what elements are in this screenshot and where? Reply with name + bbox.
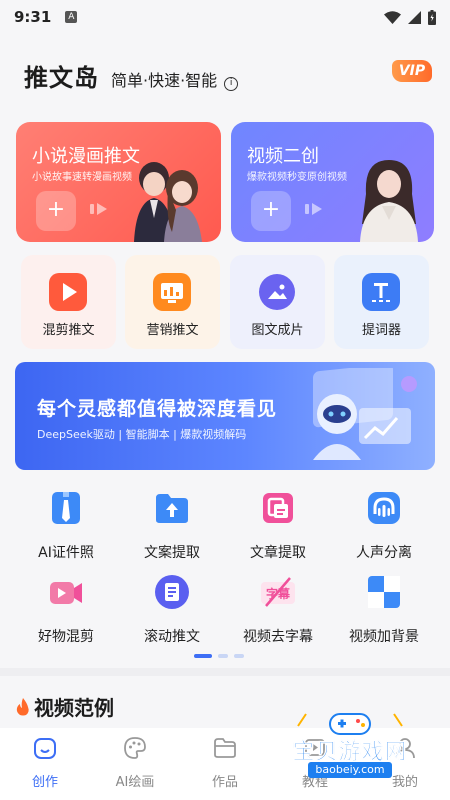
palette-icon xyxy=(124,737,146,759)
add-button[interactable]: + xyxy=(36,191,76,231)
subtitle-icon-text: 字幕 xyxy=(266,586,291,601)
tool-voice-separation[interactable]: 人声分离 xyxy=(334,490,434,561)
teleprompter-icon xyxy=(362,273,400,311)
scroll-text-icon xyxy=(154,574,190,610)
tool-article-extract[interactable]: 文章提取 xyxy=(228,490,328,561)
nav-create[interactable]: 创作 xyxy=(0,728,90,800)
banner-subtitle: DeepSeek驱动 | 智能脚本 | 爆款视频解码 xyxy=(37,428,247,441)
tool-marketing-post[interactable]: 营销推文 xyxy=(125,255,220,349)
nav-works[interactable]: 作品 xyxy=(180,728,270,800)
video-remix-card[interactable]: 视频二创 爆款视频秒变原创视频 + xyxy=(231,122,434,242)
tool-teleprompter[interactable]: 提词器 xyxy=(334,255,429,349)
tool-label: 视频去字幕 xyxy=(243,629,313,645)
play-icon xyxy=(49,273,87,311)
tool-copy-extract[interactable]: 文案提取 xyxy=(122,490,222,561)
tool-label: 文案提取 xyxy=(144,545,200,561)
tool-label: 文章提取 xyxy=(250,545,306,561)
robot-illustration xyxy=(313,368,417,460)
marketing-chart-icon xyxy=(153,273,191,311)
status-time: 9:31 xyxy=(14,8,52,26)
status-bar: 9:31 A xyxy=(0,0,450,34)
product-video-icon xyxy=(48,574,84,610)
notification-icon: A xyxy=(65,11,78,23)
remove-subtitle-icon: 字幕 xyxy=(260,574,296,610)
tool-label: 图文成片 xyxy=(251,323,304,338)
section-divider xyxy=(0,668,450,676)
anime-couple-illustration xyxy=(134,162,202,242)
section-header: 视频范例 xyxy=(16,692,114,721)
folder-upload-icon xyxy=(154,490,190,526)
page-dot xyxy=(234,654,244,658)
tool-remix-post[interactable]: 混剪推文 xyxy=(21,255,116,349)
image-icon xyxy=(258,273,296,311)
tool-remove-subtitle[interactable]: 字幕 视频去字幕 xyxy=(228,574,328,645)
deepseek-banner[interactable]: 每个灵感都值得被深度看见 DeepSeek驱动 | 智能脚本 | 爆款视频解码 xyxy=(15,362,435,470)
id-photo-icon xyxy=(48,490,84,526)
page-indicator xyxy=(194,654,244,658)
tool-label: 好物混剪 xyxy=(38,629,94,645)
app-slogan: 简单·快速·智能 xyxy=(111,71,218,90)
play-arrow-icon xyxy=(305,203,322,215)
tool-add-background[interactable]: 视频加背景 xyxy=(334,574,434,645)
page-dot xyxy=(218,654,228,658)
add-background-icon xyxy=(366,574,402,610)
site-watermark: 宝贝游戏网 baobeiy.com xyxy=(278,708,422,784)
watermark-url: baobeiy.com xyxy=(308,762,392,778)
tool-label: AI证件照 xyxy=(38,545,94,561)
nav-label: AI绘画 xyxy=(115,775,155,790)
signal-icon xyxy=(408,10,421,24)
tool-label: 营销推文 xyxy=(146,323,199,338)
app-header: 推文岛 简单·快速·智能 i xyxy=(24,58,239,93)
info-icon[interactable]: i xyxy=(224,77,239,91)
tool-product-remix[interactable]: 好物混剪 xyxy=(16,574,116,645)
add-button[interactable]: + xyxy=(251,191,291,231)
nav-label: 作品 xyxy=(211,775,238,790)
tool-label: 视频加背景 xyxy=(349,629,419,645)
banner-title: 每个灵感都值得被深度看见 xyxy=(37,398,278,420)
tool-label: 提词器 xyxy=(361,323,401,338)
app-title: 推文岛 xyxy=(24,64,99,92)
battery-icon xyxy=(428,9,436,25)
voice-separation-icon xyxy=(366,490,402,526)
folder-icon xyxy=(214,738,236,758)
article-extract-icon xyxy=(260,490,296,526)
nav-label: 创作 xyxy=(31,775,58,790)
hero-subtitle: 爆款视频秒变原创视频 xyxy=(247,172,347,183)
hero-title: 视频二创 xyxy=(247,146,319,167)
woman-portrait-illustration xyxy=(360,160,418,242)
wifi-icon xyxy=(384,10,401,24)
create-icon xyxy=(34,738,56,759)
section-title: 视频范例 xyxy=(34,696,114,720)
tool-label: 滚动推文 xyxy=(144,629,200,645)
tool-scroll-post[interactable]: 滚动推文 xyxy=(122,574,222,645)
play-arrow-icon xyxy=(90,203,107,215)
tool-ai-id-photo[interactable]: AI证件照 xyxy=(16,490,116,561)
fire-icon xyxy=(16,697,29,715)
page-dot-active xyxy=(194,654,212,658)
tool-image-to-video[interactable]: 图文成片 xyxy=(230,255,325,349)
vip-button[interactable]: VIP xyxy=(392,60,432,82)
novel-comic-card[interactable]: 小说漫画推文 小说故事速转漫画视频 + xyxy=(16,122,221,242)
tool-label: 混剪推文 xyxy=(42,323,95,338)
nav-ai-drawing[interactable]: AI绘画 xyxy=(90,728,180,800)
tool-label: 人声分离 xyxy=(356,545,412,561)
